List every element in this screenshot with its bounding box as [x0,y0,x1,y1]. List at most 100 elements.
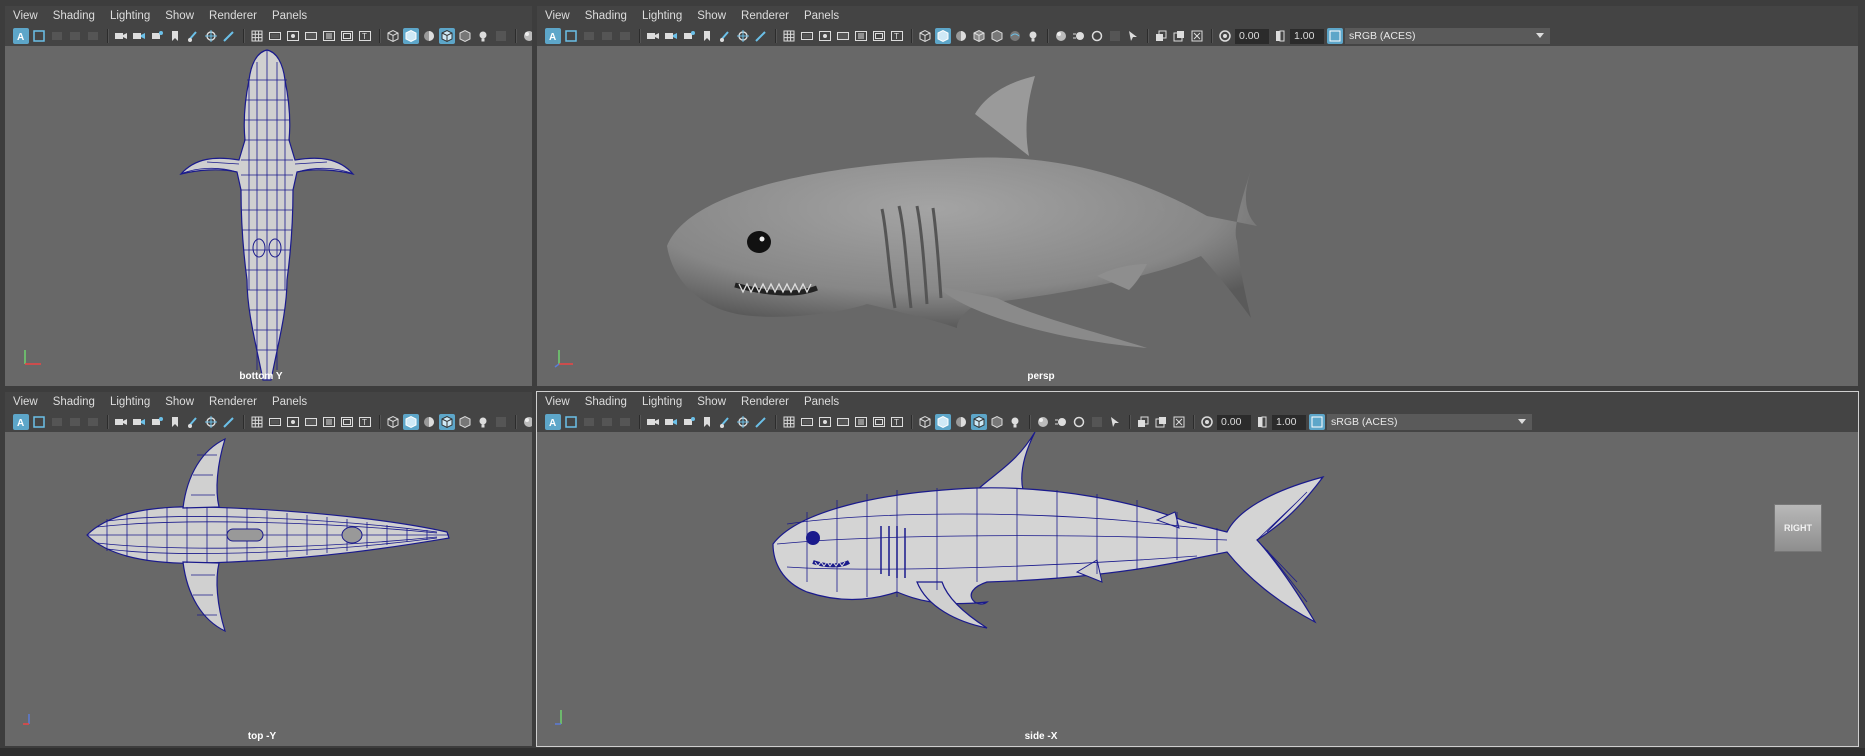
xray-icon[interactable] [457,28,473,44]
wireframe-icon[interactable] [917,414,933,430]
film-gate-icon[interactable] [799,28,815,44]
cursor-icon[interactable] [1125,28,1141,44]
resolution-gate-icon[interactable] [285,28,301,44]
exposure-icon[interactable] [1217,28,1233,44]
bookmark-flag-icon[interactable] [699,414,715,430]
textured-icon[interactable] [1007,28,1023,44]
bookmark-icon[interactable] [49,28,65,44]
image-plane-icon[interactable] [599,414,615,430]
bookmark-flag-icon[interactable] [699,28,715,44]
field-chart-icon[interactable] [853,28,869,44]
gamma-icon[interactable] [1272,28,1288,44]
motion-blur-icon[interactable] [1053,414,1069,430]
menu-renderer[interactable]: Renderer [741,396,789,408]
color-management-icon[interactable] [1309,414,1325,430]
use-default-material-icon[interactable] [953,414,969,430]
screen-space-ao-icon[interactable] [521,414,532,430]
isolate-select-icon[interactable] [1071,414,1087,430]
grid-icon[interactable] [249,414,265,430]
viewcube[interactable]: RIGHT [1774,504,1822,552]
camera-keyed-icon[interactable] [131,414,147,430]
select-camera-icon[interactable]: A [13,28,29,44]
menu-lighting[interactable]: Lighting [110,10,150,22]
grid-icon[interactable] [249,28,265,44]
smooth-shade-icon[interactable] [935,28,951,44]
exposure-field[interactable]: 0.00 [1235,28,1269,44]
movie-camera-icon[interactable] [113,414,129,430]
xray-icon[interactable] [457,414,473,430]
menu-panels[interactable]: Panels [804,10,839,22]
isolate-select-icon[interactable] [1089,28,1105,44]
wireframe-on-shaded-icon[interactable] [439,414,455,430]
wireframe-on-shaded-icon[interactable] [971,28,987,44]
gate-mask-icon[interactable] [303,414,319,430]
2d-pan-zoom-icon[interactable] [203,28,219,44]
menu-shading[interactable]: Shading [53,10,95,22]
menu-panels[interactable]: Panels [272,10,307,22]
menu-view[interactable]: View [13,396,38,408]
safe-title-icon[interactable]: T [889,414,905,430]
copy-view-icon[interactable] [1153,414,1169,430]
film-gate-icon[interactable] [799,414,815,430]
menu-lighting[interactable]: Lighting [642,396,682,408]
safe-title-icon[interactable]: T [357,28,373,44]
viewport-top[interactable]: top -Y [5,432,532,746]
bookmark-flag-icon[interactable] [167,414,183,430]
wireframe-on-shaded-icon[interactable] [971,414,987,430]
resolution-gate-icon[interactable] [285,414,301,430]
xray-icon[interactable] [989,28,1005,44]
2d-pan-zoom-icon[interactable] [85,414,101,430]
safe-action-icon[interactable] [339,414,355,430]
2d-pan-zoom-icon[interactable] [85,28,101,44]
movie-camera-icon[interactable] [645,28,661,44]
wireframe-icon[interactable] [385,28,401,44]
close-view-icon[interactable] [1171,414,1187,430]
screen-space-ao-icon[interactable] [521,28,532,44]
grease-pencil-icon[interactable] [185,28,201,44]
movie-camera-icon[interactable] [645,414,661,430]
bookmark-flag-icon[interactable] [167,28,183,44]
safe-title-icon[interactable]: T [357,414,373,430]
menu-show[interactable]: Show [697,396,726,408]
wireframe-on-shaded-icon[interactable] [439,28,455,44]
camera-attributes-icon[interactable] [563,414,579,430]
bookmark-icon[interactable] [581,28,597,44]
viewport-side[interactable]: RIGHT side -X [537,432,1858,746]
screen-space-ao-icon[interactable] [1035,414,1051,430]
copy-view-icon[interactable] [1171,28,1187,44]
camera-keyed-icon[interactable] [663,28,679,44]
use-all-lights-icon[interactable] [1025,28,1041,44]
grease-pencil-icon[interactable] [185,414,201,430]
select-camera-icon[interactable]: A [13,414,29,430]
field-chart-icon[interactable] [321,28,337,44]
use-default-material-icon[interactable] [421,414,437,430]
menu-lighting[interactable]: Lighting [110,396,150,408]
camera-tumble-icon[interactable] [681,414,697,430]
wireframe-icon[interactable] [385,414,401,430]
paint-pencil-icon[interactable] [221,28,237,44]
smooth-shade-icon[interactable] [403,28,419,44]
xray-joints-icon[interactable] [1089,414,1105,430]
film-gate-icon[interactable] [267,28,283,44]
2d-pan-zoom-icon[interactable] [617,414,633,430]
gamma-field[interactable]: 1.00 [1290,28,1324,44]
camera-keyed-icon[interactable] [131,28,147,44]
camera-tumble-icon[interactable] [149,414,165,430]
paint-pencil-icon[interactable] [221,414,237,430]
select-camera-icon[interactable]: A [545,414,561,430]
select-camera-icon[interactable]: A [545,28,561,44]
movie-camera-icon[interactable] [113,28,129,44]
multisample-aa-icon[interactable] [1135,414,1151,430]
grease-pencil-icon[interactable] [717,28,733,44]
menu-lighting[interactable]: Lighting [642,10,682,22]
smooth-shade-icon[interactable] [935,414,951,430]
gate-mask-icon[interactable] [835,28,851,44]
menu-show[interactable]: Show [165,10,194,22]
camera-attributes-icon[interactable] [563,28,579,44]
close-view-icon[interactable] [1189,28,1205,44]
menu-renderer[interactable]: Renderer [209,396,257,408]
menu-shading[interactable]: Shading [585,10,627,22]
menu-renderer[interactable]: Renderer [741,10,789,22]
gate-mask-icon[interactable] [835,414,851,430]
motion-blur-icon[interactable] [1071,28,1087,44]
